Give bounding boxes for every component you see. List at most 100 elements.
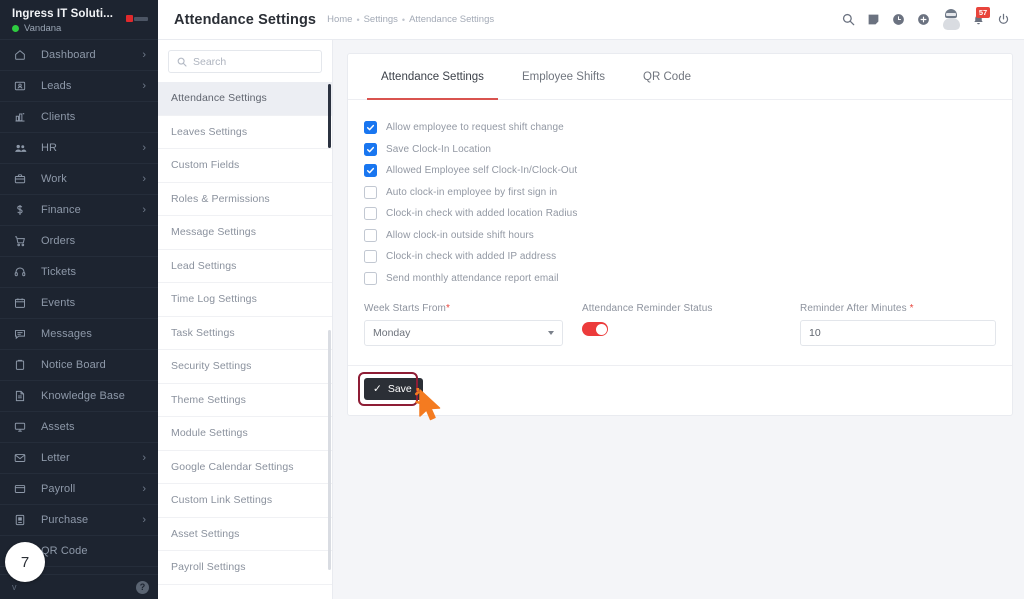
settings-item-roles-permissions[interactable]: Roles & Permissions xyxy=(158,183,332,216)
checkbox-input[interactable] xyxy=(364,250,377,264)
hr-icon xyxy=(14,142,32,155)
sidebar-item-finance[interactable]: Finance › xyxy=(0,195,158,226)
checkbox-row[interactable]: Allowed Employee self Clock-In/Clock-Out xyxy=(364,160,996,182)
plus-circle-icon[interactable] xyxy=(911,6,936,34)
checkbox-input[interactable] xyxy=(364,185,377,199)
checkbox-input[interactable] xyxy=(364,228,377,242)
notifications-bell-icon[interactable]: 57 xyxy=(966,6,991,34)
note-icon[interactable] xyxy=(861,6,886,34)
tab-employee-shifts[interactable]: Employee Shifts xyxy=(503,54,624,100)
checkbox-input[interactable] xyxy=(364,207,377,221)
settings-item-custom-fields[interactable]: Custom Fields xyxy=(158,149,332,183)
sidebar-item-leads[interactable]: Leads › xyxy=(0,71,158,102)
chevron-right-icon: › xyxy=(142,482,146,495)
settings-item-custom-link-settings[interactable]: Custom Link Settings xyxy=(158,484,332,518)
breadcrumb-separator: • xyxy=(401,14,406,25)
chevron-right-icon: › xyxy=(142,451,146,464)
sidebar-item-tickets[interactable]: Tickets xyxy=(0,257,158,288)
breadcrumb-item[interactable]: Settings xyxy=(364,14,398,25)
settings-search-box[interactable] xyxy=(168,50,322,73)
sidebar-item-label: HR xyxy=(41,142,58,154)
sidebar-item-dashboard[interactable]: Dashboard › xyxy=(0,40,158,71)
reminder-after-minutes-label-text: Reminder After Minutes xyxy=(800,303,907,314)
letter-icon xyxy=(14,452,32,464)
sidebar-item-orders[interactable]: Orders xyxy=(0,226,158,257)
sidebar-item-hr[interactable]: HR › xyxy=(0,133,158,164)
required-marker: * xyxy=(909,303,914,314)
sidebar-item-events[interactable]: Events xyxy=(0,288,158,319)
home-icon xyxy=(14,49,32,61)
checkbox-row[interactable]: Allow clock-in outside shift hours xyxy=(364,225,996,247)
sidebar-brand[interactable]: Ingress IT Soluti... Vandana xyxy=(0,0,158,40)
checkbox-row[interactable]: Clock-in check with added IP address xyxy=(364,246,996,268)
settings-item-task-settings[interactable]: Task Settings xyxy=(158,317,332,350)
sidebar-item-work[interactable]: Work › xyxy=(0,164,158,195)
checkbox-input[interactable] xyxy=(364,142,377,156)
sidebar-item-notice-board[interactable]: Notice Board xyxy=(0,350,158,381)
page-title: Attendance Settings xyxy=(174,11,317,28)
week-starts-from-label: Week Starts From* xyxy=(364,303,582,314)
sidebar-item-letter[interactable]: Letter › xyxy=(0,443,158,474)
tab-attendance-settings[interactable]: Attendance Settings xyxy=(362,54,503,100)
sidebar-item-clients[interactable]: Clients xyxy=(0,102,158,133)
settings-item-leaves-settings[interactable]: Leaves Settings xyxy=(158,116,332,149)
reminder-after-minutes-input[interactable] xyxy=(800,320,996,346)
settings-item-attendance-settings[interactable]: Attendance Settings xyxy=(158,82,332,116)
checkbox-row[interactable]: Auto clock-in employee by first sign in xyxy=(364,182,996,204)
week-starts-from-select[interactable]: Monday xyxy=(364,320,563,346)
breadcrumb-item[interactable]: Home xyxy=(327,14,352,25)
current-user: Vandana xyxy=(12,23,113,34)
chevron-down-icon xyxy=(548,331,554,335)
search-icon[interactable] xyxy=(836,6,861,34)
purchase-icon xyxy=(14,514,32,526)
sidebar-item-label: Assets xyxy=(41,421,75,433)
checkbox-row[interactable]: Save Clock-In Location xyxy=(364,139,996,161)
assets-icon xyxy=(14,421,32,433)
checkbox-row[interactable]: Send monthly attendance report email xyxy=(364,268,996,290)
settings-nav-panel: Attendance SettingsLeaves SettingsCustom… xyxy=(158,40,333,599)
checkbox-row[interactable]: Allow employee to request shift change xyxy=(364,117,996,139)
checkbox-label: Allowed Employee self Clock-In/Clock-Out xyxy=(386,165,578,177)
attendance-options-list: Allow employee to request shift change Sa… xyxy=(364,117,996,289)
settings-item-message-settings[interactable]: Message Settings xyxy=(158,216,332,250)
settings-item-lead-settings[interactable]: Lead Settings xyxy=(158,250,332,283)
help-icon[interactable]: ? xyxy=(136,580,149,594)
sidebar-item-label: Knowledge Base xyxy=(41,390,125,402)
attendance-reminder-toggle[interactable] xyxy=(582,322,608,336)
power-logout-icon[interactable] xyxy=(991,6,1016,34)
avatar[interactable] xyxy=(936,9,966,30)
settings-item-payroll-settings[interactable]: Payroll Settings xyxy=(158,551,332,585)
settings-item-google-calendar-settings[interactable]: Google Calendar Settings xyxy=(158,451,332,484)
reminder-after-minutes-field: Reminder After Minutes * xyxy=(800,303,996,346)
sidebar-item-messages[interactable]: Messages xyxy=(0,319,158,350)
settings-item-security-settings[interactable]: Security Settings xyxy=(158,350,332,384)
save-button[interactable]: ✓ Save xyxy=(364,378,423,400)
tab-qr-code[interactable]: QR Code xyxy=(624,54,710,100)
settings-item-module-settings[interactable]: Module Settings xyxy=(158,417,332,451)
checkbox-input[interactable] xyxy=(364,271,377,285)
sidebar-item-purchase[interactable]: Purchase › xyxy=(0,505,158,536)
sidebar-item-assets[interactable]: Assets xyxy=(0,412,158,443)
main-area: Attendance Settings Home • Settings • Attend… xyxy=(158,0,1024,599)
settings-item-theme-settings[interactable]: Theme Settings xyxy=(158,384,332,417)
content-area: Attendance SettingsLeaves SettingsCustom… xyxy=(158,40,1024,599)
clock-icon[interactable] xyxy=(886,6,911,34)
checkbox-row[interactable]: Clock-in check with added location Radiu… xyxy=(364,203,996,225)
settings-item-list: Attendance Settings Leaves Settings Custom… xyxy=(158,82,332,599)
settings-scrollbar-thumb[interactable] xyxy=(328,84,331,148)
checkbox-input[interactable] xyxy=(364,121,377,135)
chevron-right-icon: › xyxy=(142,203,146,216)
search-input[interactable] xyxy=(193,55,313,68)
settings-scrollbar-track[interactable] xyxy=(328,330,331,570)
orders-icon xyxy=(14,235,32,247)
settings-item-time-log-settings[interactable]: Time Log Settings xyxy=(158,283,332,317)
settings-item-asset-settings[interactable]: Asset Settings xyxy=(158,518,332,551)
attendance-reminder-status-label: Attendance Reminder Status xyxy=(582,303,713,314)
settings-search-wrapper xyxy=(158,40,332,82)
sidebar-item-knowledge-base[interactable]: Knowledge Base xyxy=(0,381,158,412)
sidebar-item-payroll[interactable]: Payroll › xyxy=(0,474,158,505)
card-footer: ✓ Save xyxy=(348,365,1012,421)
checkbox-input[interactable] xyxy=(364,164,377,178)
chevron-right-icon: › xyxy=(142,513,146,526)
work-icon xyxy=(14,173,32,185)
